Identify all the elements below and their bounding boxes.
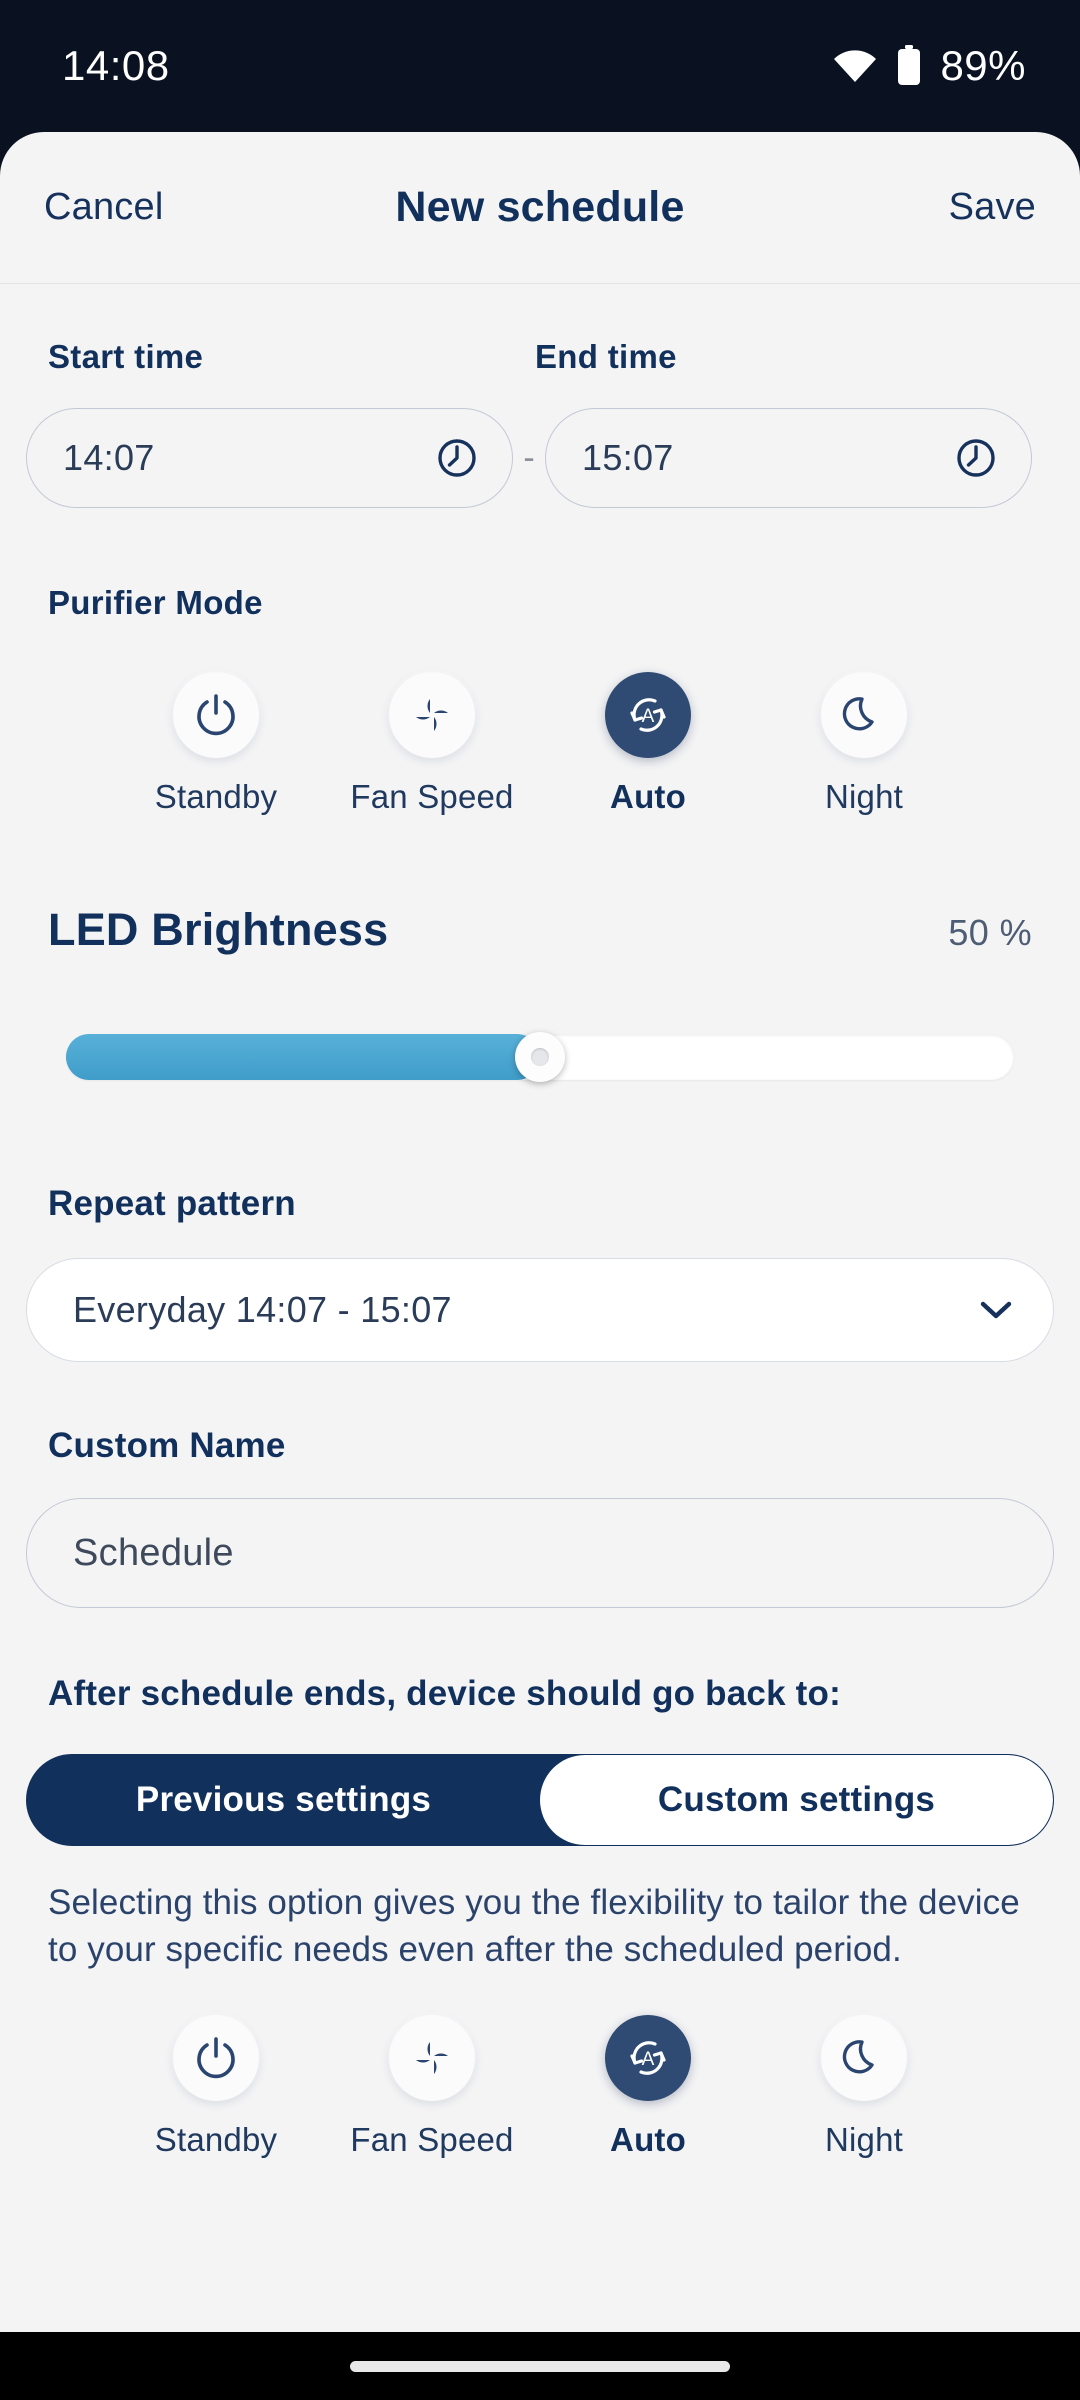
wifi-icon [832, 48, 878, 84]
segment-custom-settings[interactable]: Custom settings [540, 1755, 1053, 1845]
sheet-content: Start time End time 14:07 - 15:07 Purifi… [0, 284, 1080, 2159]
clock-icon[interactable] [955, 437, 997, 479]
svg-text:A: A [642, 706, 655, 727]
start-time-value: 14:07 [63, 437, 155, 478]
mode-button-auto[interactable]: A Auto [562, 672, 734, 816]
mode-circle-night[interactable] [821, 672, 907, 758]
home-indicator[interactable] [350, 2360, 730, 2372]
bottom-mode-button-auto[interactable]: A Auto [562, 2015, 734, 2159]
power-icon [190, 2032, 242, 2084]
repeat-pattern-dropdown[interactable]: Everyday 14:07 - 15:07 [26, 1258, 1054, 1362]
slider-thumb[interactable] [515, 1032, 565, 1082]
schedule-sheet: Cancel New schedule Save Start time End … [0, 132, 1080, 2400]
time-range-separator: - [523, 439, 535, 477]
mode-circle-fan-speed[interactable] [389, 672, 475, 758]
bottom-mode-label-night: Night [824, 2121, 904, 2159]
bottom-mode-label-auto: Auto [610, 2121, 686, 2159]
moon-icon [838, 2032, 890, 2084]
start-time-field[interactable]: 14:07 [26, 408, 513, 508]
custom-name-label: Custom Name [48, 1426, 286, 1465]
status-bar-indicators: 89% [832, 42, 1026, 90]
bottom-mode-button-standby[interactable]: Standby [130, 2015, 302, 2159]
led-brightness-value: 50 % [948, 912, 1032, 953]
battery-percentage: 89% [940, 42, 1026, 89]
mode-circle-auto[interactable]: A [605, 672, 691, 758]
bottom-mode-row: Standby Fan Speed A Auto Night [26, 2015, 1054, 2159]
page-title: New schedule [395, 183, 685, 231]
bottom-mode-circle-auto[interactable]: A [605, 2015, 691, 2102]
purifier-mode-label: Purifier Mode [48, 584, 263, 621]
repeat-pattern-value: Everyday 14:07 - 15:07 [73, 1289, 452, 1330]
custom-name-value: Schedule [73, 1531, 234, 1574]
auto-icon: A [622, 689, 674, 741]
mode-label-fan-speed: Fan Speed [350, 778, 514, 815]
mode-button-standby[interactable]: Standby [130, 672, 302, 816]
mode-label-auto: Auto [610, 778, 686, 815]
mode-label-standby: Standby [154, 778, 278, 815]
end-time-field[interactable]: 15:07 [545, 408, 1032, 508]
led-brightness-header: LED Brightness 50 % [26, 904, 1054, 956]
mode-label-night: Night [824, 778, 904, 815]
battery-icon [896, 45, 922, 87]
led-brightness-title: LED Brightness [48, 904, 389, 955]
led-brightness-slider-wrap [26, 1032, 1054, 1082]
led-brightness-slider[interactable] [66, 1032, 1014, 1082]
slider-fill [66, 1034, 540, 1080]
bottom-mode-button-fan-speed[interactable]: Fan Speed [346, 2015, 518, 2159]
mode-circle-standby[interactable] [173, 672, 259, 758]
repeat-pattern-label: Repeat pattern [48, 1184, 296, 1223]
end-time-value: 15:07 [582, 437, 674, 478]
bottom-mode-button-night[interactable]: Night [778, 2015, 950, 2159]
fan-icon [406, 2032, 458, 2084]
auto-icon: A [622, 2032, 674, 2084]
bottom-mode-label-fan-speed: Fan Speed [350, 2121, 514, 2159]
power-icon [190, 689, 242, 741]
moon-icon [838, 689, 890, 741]
phone-screen: 14:08 89% Cancel New schedule Save Start… [0, 0, 1080, 2400]
status-bar-clock: 14:08 [62, 42, 170, 89]
after-schedule-description: Selecting this option gives you the flex… [48, 1883, 1020, 1969]
after-schedule-segmented-control: Previous settings Custom settings [26, 1754, 1054, 1846]
end-time-label: End time [535, 338, 677, 375]
mode-button-night[interactable]: Night [778, 672, 950, 816]
bottom-mode-circle-fan-speed[interactable] [389, 2015, 475, 2102]
system-navigation-bar [0, 2332, 1080, 2400]
custom-name-field[interactable]: Schedule [26, 1498, 1054, 1608]
bottom-mode-circle-standby[interactable] [173, 2015, 259, 2102]
clock-icon[interactable] [436, 437, 478, 479]
sheet-header: Cancel New schedule Save [0, 132, 1080, 284]
chevron-down-icon[interactable] [979, 1299, 1013, 1321]
svg-text:A: A [642, 2049, 655, 2070]
bottom-mode-label-standby: Standby [154, 2121, 278, 2159]
bottom-mode-circle-night[interactable] [821, 2015, 907, 2102]
time-fields-row: 14:07 - 15:07 [26, 408, 1054, 508]
status-bar: 14:08 89% [0, 0, 1080, 132]
after-schedule-label: After schedule ends, device should go ba… [48, 1674, 841, 1713]
mode-button-fan-speed[interactable]: Fan Speed [346, 672, 518, 816]
segment-previous-settings[interactable]: Previous settings [27, 1755, 540, 1845]
fan-icon [406, 689, 458, 741]
start-time-label: Start time [48, 338, 204, 375]
time-labels-row: Start time End time [26, 284, 1054, 376]
purifier-mode-row: Standby Fan Speed A Auto Night [26, 672, 1054, 816]
